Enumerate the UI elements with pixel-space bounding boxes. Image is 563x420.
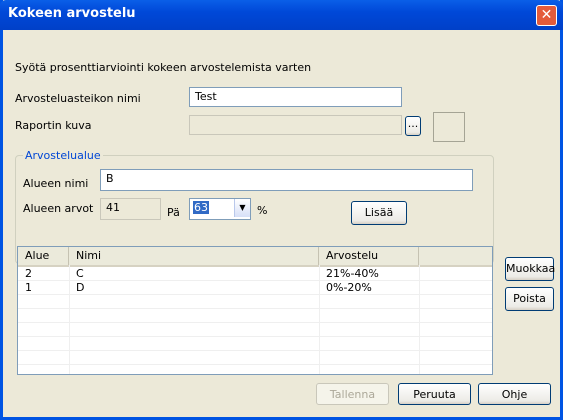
row-name-cell: D [76,281,85,294]
column-header-area[interactable]: Alue [18,247,69,265]
dialog-window: Kokeen arvostelu ✕ Syötä prosenttiarvioi… [0,0,563,420]
report-image-label: Raportin kuva [15,119,92,132]
table-row-empty [18,309,492,323]
column-header-grading[interactable]: Arvostelu [319,247,419,265]
range-end-combobox[interactable]: 63 ▼ [189,198,251,220]
edit-button[interactable]: Muokkaa [505,257,555,281]
row-grading-cell: 21%-40% [326,267,379,280]
row-area-cell: 1 [25,281,32,294]
close-icon: ✕ [540,7,553,23]
report-image-path-field [189,115,402,135]
row-grading-cell: 0%-20% [326,281,372,294]
browse-button[interactable]: ... [405,116,421,136]
remove-button[interactable]: Poista [505,287,554,311]
row-area-cell: 2 [25,267,32,280]
ranges-table[interactable]: Alue Nimi Arvostelu 2 C 21%-40% 1 D 0%-2… [17,246,493,375]
table-row-empty [18,351,492,365]
add-button[interactable]: Lisää [351,201,407,225]
column-header-empty [419,247,492,265]
title-bar[interactable]: Kokeen arvostelu ✕ [0,0,563,30]
chevron-down-icon[interactable]: ▼ [234,199,250,217]
table-row[interactable]: 2 C 21%-40% [18,267,492,281]
range-end-value: 63 [193,201,209,214]
range-values-label: Alueen arvot [23,202,94,215]
row-name-cell: C [76,267,84,280]
scale-name-input[interactable]: Test [189,87,402,107]
column-header-name[interactable]: Nimi [69,247,319,265]
help-button[interactable]: Ohje [478,383,551,405]
table-row-empty [18,295,492,309]
table-row-empty [18,323,492,337]
dialog-content: Syötä prosenttiarviointi kokeen arvostel… [3,30,560,417]
intro-text: Syötä prosenttiarviointi kokeen arvostel… [15,61,312,74]
close-button[interactable]: ✕ [536,5,557,26]
range-start-field: 41 [100,198,161,220]
percent-unit: % [257,204,268,217]
table-header: Alue Nimi Arvostelu [18,247,492,267]
range-end-prefix: Pä [167,206,180,219]
cancel-button[interactable]: Peruuta [398,383,471,405]
range-name-label: Alueen nimi [23,177,89,190]
save-button: Tallenna [316,383,389,405]
table-row[interactable]: 1 D 0%-20% [18,281,492,295]
table-row-empty [18,337,492,351]
scale-name-label: Arvosteluasteikon nimi [15,92,141,105]
window-title: Kokeen arvostelu [8,6,136,21]
report-image-preview [433,112,465,142]
range-name-input[interactable]: B [100,169,473,191]
range-group-title: Arvostelualue [23,149,103,162]
